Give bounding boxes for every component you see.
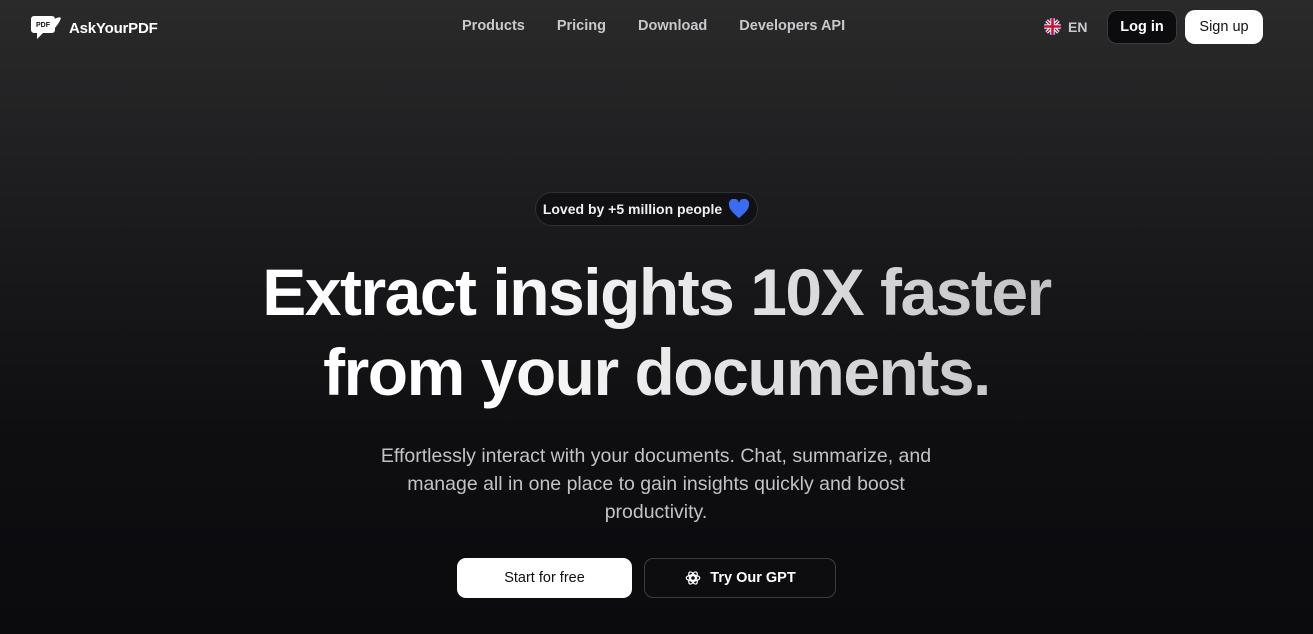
nav-link-download[interactable]: Download — [638, 18, 707, 34]
start-for-free-button[interactable]: Start for free — [457, 558, 632, 598]
language-selector[interactable]: EN — [1044, 18, 1087, 35]
language-label: EN — [1068, 18, 1088, 35]
brand-name: AskYourPDF — [69, 19, 158, 37]
pdf-chat-logo-icon: PDF — [31, 16, 61, 39]
badge-text: Loved by +5 million people — [542, 201, 723, 217]
nav-link-developers-api[interactable]: Developers API — [739, 18, 845, 34]
signup-button[interactable]: Sign up — [1185, 10, 1263, 44]
uk-flag-icon — [1044, 18, 1061, 35]
social-proof-badge: Loved by +5 million people — [535, 192, 758, 226]
headline-line-2: from your documents. — [0, 332, 1313, 412]
openai-logo-icon — [685, 571, 701, 585]
hero-subtext: Effortlessly interact with your document… — [380, 445, 932, 523]
main-nav-links: Products Pricing Download Developers API — [462, 18, 845, 34]
blue-heart-icon — [729, 199, 750, 219]
hero-headline: Extract insights 10X faster from your do… — [0, 252, 1313, 412]
nav-link-pricing[interactable]: Pricing — [557, 18, 606, 34]
login-button[interactable]: Log in — [1107, 10, 1177, 44]
nav-link-products[interactable]: Products — [462, 18, 525, 34]
try-our-gpt-button[interactable]: Try Our GPT — [644, 558, 836, 598]
svg-text:PDF: PDF — [36, 22, 51, 29]
headline-line-1: Extract insights 10X faster — [0, 252, 1313, 332]
brand-home-link[interactable]: PDF AskYourPDF — [31, 12, 158, 44]
top-navigation: PDF AskYourPDF Products Pricing Download… — [0, 0, 1313, 54]
try-our-gpt-label: Try Our GPT — [710, 570, 796, 586]
